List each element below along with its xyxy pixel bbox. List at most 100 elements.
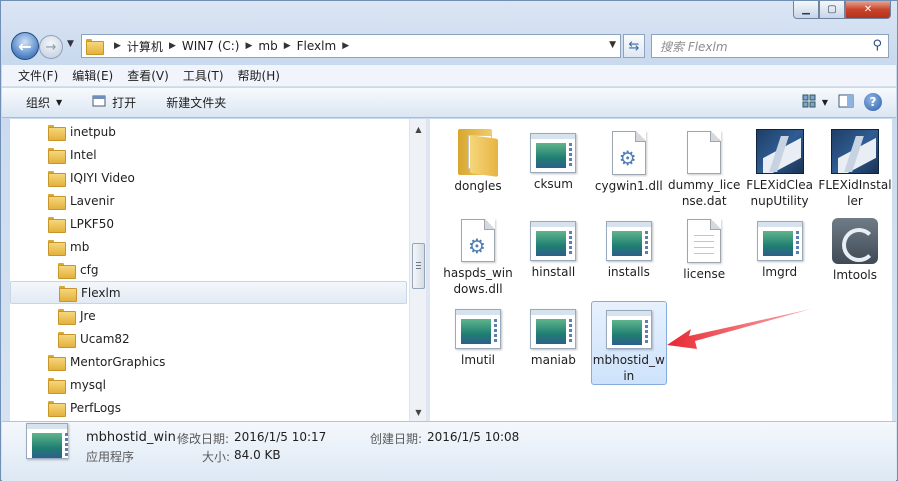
view-dropdown-icon[interactable]: ▼	[822, 98, 828, 107]
tree-item[interactable]: Ucam82	[10, 327, 407, 350]
search-placeholder: 搜索 Flexlm	[660, 39, 728, 54]
tree-item-label: PerfLogs	[70, 400, 122, 415]
open-button[interactable]: 打开	[92, 94, 136, 111]
dll-icon: ⚙	[461, 219, 495, 262]
breadcrumb-separator-icon[interactable]: ▶	[114, 41, 121, 51]
close-button[interactable]: ✕	[845, 1, 891, 19]
menu-bar: 文件(F) 编辑(E) 查看(V) 工具(T) 帮助(H)	[2, 65, 896, 87]
file-item[interactable]: lmtools	[817, 213, 892, 297]
preview-pane-icon[interactable]	[838, 94, 854, 111]
file-item[interactable]: dummy_license.dat	[666, 125, 742, 209]
file-item[interactable]: mbhostid_win	[590, 301, 667, 385]
menu-item[interactable]: 帮助(H)	[238, 67, 280, 84]
detail-size-label: 大小:	[202, 450, 231, 464]
tree-item[interactable]: Flexlm	[10, 281, 407, 304]
file-item-label: mbhostid_win	[592, 353, 665, 383]
file-item[interactable]: hinstall	[515, 213, 591, 297]
folder-icon	[48, 216, 66, 233]
detail-created-value: 2016/1/5 10:08	[427, 430, 520, 444]
file-list[interactable]: dongles cksum ⚙ cygwin1.dll dummy_license.da…	[430, 119, 892, 421]
folder-icon	[59, 285, 77, 302]
breadcrumb-item[interactable]: Flexlm	[297, 39, 337, 53]
breadcrumb-separator-icon[interactable]: ▶	[169, 41, 176, 51]
tree-item-label: MentorGraphics	[70, 354, 166, 369]
change-view-icon[interactable]	[802, 94, 818, 111]
file-item[interactable]: maniab	[515, 301, 591, 385]
annotation-arrow-icon	[667, 309, 811, 349]
menu-item[interactable]: 编辑(E)	[72, 67, 113, 84]
maximize-button[interactable]: ▢	[819, 1, 845, 19]
dll-icon: ⚙	[611, 131, 646, 175]
tree-item[interactable]: PerfLogs	[10, 396, 407, 419]
file-item[interactable]: FLEXidInstaller	[817, 125, 892, 209]
tree-item[interactable]: Intel	[10, 143, 407, 166]
refresh-button[interactable]: ⇆	[623, 34, 645, 58]
breadcrumb-separator-icon[interactable]: ▶	[284, 41, 291, 51]
file-item[interactable]: ⚙ haspds_windows.dll	[440, 213, 516, 297]
file-item-label: lmgrd	[762, 265, 798, 279]
chevron-down-icon: ▼	[56, 98, 63, 107]
file-item[interactable]: cksum	[515, 125, 591, 209]
tree-item[interactable]: Lavenir	[10, 189, 407, 212]
navigation-pane[interactable]: inetpub Intel IQIYI Video Lavenir LPKF50 mb cf…	[10, 119, 409, 421]
lmtools-icon	[832, 218, 878, 264]
tree-item-label: IQIYI Video	[70, 170, 135, 185]
back-button[interactable]: ←	[11, 32, 39, 60]
tree-item-label: Jre	[80, 308, 96, 323]
breadcrumb-item[interactable]: WIN7 (C:)	[182, 39, 240, 53]
file-item[interactable]: lmgrd	[742, 213, 818, 297]
breadcrumb-separator-icon[interactable]: ▶	[245, 41, 252, 51]
file-item[interactable]: installs	[591, 213, 667, 297]
file-item-label: lmtools	[833, 268, 877, 282]
history-dropdown-icon[interactable]: ▼	[67, 39, 74, 49]
address-dropdown-icon[interactable]: ▼	[609, 40, 616, 50]
detail-size-value: 84.0 KB	[234, 448, 281, 462]
flexid-icon	[831, 129, 879, 174]
detail-modified-label: 修改日期:	[177, 432, 230, 446]
new-folder-button[interactable]: 新建文件夹	[166, 94, 226, 111]
organize-button[interactable]: 组织 ▼	[26, 94, 62, 111]
breadcrumb-item[interactable]: mb	[258, 39, 277, 53]
tree-item[interactable]: mysql	[10, 373, 407, 396]
search-icon[interactable]: ⚲	[872, 38, 882, 53]
help-icon[interactable]: ?	[864, 93, 882, 111]
tree-scrollbar[interactable]: ▲ ▼	[409, 119, 426, 421]
tree-item[interactable]: IQIYI Video	[10, 166, 407, 189]
menu-item[interactable]: 查看(V)	[127, 67, 169, 84]
file-item[interactable]: license	[666, 213, 742, 297]
tree-item[interactable]: MentorGraphics	[10, 350, 407, 373]
menu-item[interactable]: 文件(F)	[18, 67, 58, 84]
menu-item[interactable]: 工具(T)	[183, 67, 224, 84]
scroll-grip	[416, 262, 421, 263]
file-item[interactable]: FLEXidCleanupUtility	[742, 125, 818, 209]
details-pane: mbhostid_win 应用程序 修改日期: 2016/1/5 10:17 大…	[2, 421, 896, 481]
tree-item[interactable]: inetpub	[10, 120, 407, 143]
tree-item[interactable]: mb	[10, 235, 407, 258]
file-item[interactable]: lmutil	[440, 301, 516, 385]
folder-icon	[58, 308, 76, 325]
breadcrumb-item[interactable]: 计算机	[127, 38, 163, 55]
breadcrumb-separator-icon[interactable]: ▶	[342, 41, 349, 51]
tree-item-label: Lavenir	[70, 193, 115, 208]
scroll-thumb[interactable]	[412, 243, 425, 289]
tree-item[interactable]: cfg	[10, 258, 407, 281]
window-controls: ▁ ▢ ✕	[793, 1, 891, 19]
tree-item[interactable]: LPKF50	[10, 212, 407, 235]
app-icon	[455, 309, 501, 349]
folder-icon	[48, 193, 66, 210]
search-input[interactable]: 搜索 Flexlm ⚲	[651, 34, 889, 58]
tree-item[interactable]: Jre	[10, 304, 407, 327]
minimize-button[interactable]: ▁	[793, 1, 819, 19]
forward-button[interactable]: →	[39, 35, 63, 59]
file-item[interactable]: dongles	[440, 125, 516, 209]
scroll-up-icon[interactable]: ▲	[410, 121, 427, 138]
address-bar[interactable]: ▶ 计算机 ▶ WIN7 (C:) ▶ mb ▶ Flexlm ▶ ▼	[81, 34, 621, 58]
file-item[interactable]: ⚙ cygwin1.dll	[591, 125, 667, 209]
tree-item-label: LPKF50	[70, 216, 114, 231]
app-icon	[530, 221, 577, 261]
app-icon	[530, 309, 577, 349]
scroll-down-icon[interactable]: ▼	[410, 404, 427, 421]
tree-item-label: cfg	[80, 262, 99, 277]
file-item-label: haspds_windows.dll	[443, 266, 513, 296]
file-item-label: hinstall	[531, 265, 576, 279]
